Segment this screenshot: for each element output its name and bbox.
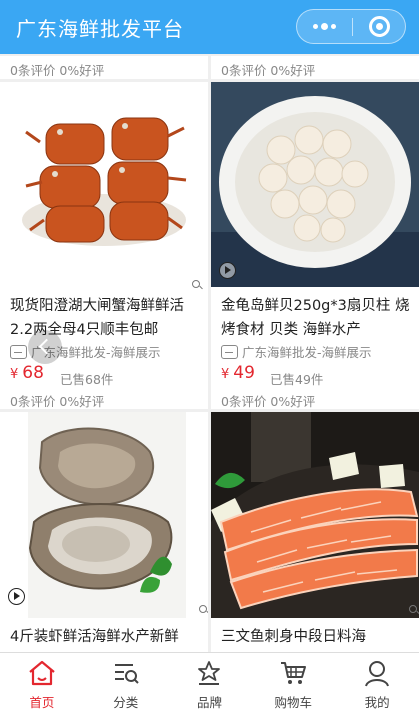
product-card[interactable]: 0条评价 0%好评 xyxy=(0,56,208,79)
app-header: 广东海鲜批发平台 xyxy=(0,0,419,54)
product-image-salmon[interactable] xyxy=(211,412,419,618)
bottom-tab-bar: 首页 分类 品牌 购物车 我的 xyxy=(0,652,419,709)
zoom-icon xyxy=(409,605,417,613)
video-play-icon[interactable] xyxy=(8,588,25,605)
product-card[interactable]: 4斤装虾鲜活海鲜水产新鲜 xyxy=(0,412,208,652)
brand-icon xyxy=(198,661,221,685)
app-page: 广东海鲜批发平台 0条评价 0%好评 0条评价 0%好评 现货阳澄湖大闸蟹海鲜鲜… xyxy=(0,0,419,709)
currency-symbol: ¥ xyxy=(10,367,19,382)
cart-icon xyxy=(281,662,307,684)
product-image-scallop[interactable] xyxy=(211,82,419,287)
page-title: 广东海鲜批发平台 xyxy=(16,17,184,41)
product-card[interactable]: 0条评价 0%好评 xyxy=(211,56,419,79)
tab-label: 分类 xyxy=(113,695,139,709)
product-name-line2: 烤食材 贝类 海鲜水产 xyxy=(221,322,361,338)
review-summary: 0条评价 0%好评 xyxy=(221,394,316,409)
shop-name[interactable]: 广东海鲜批发-海鲜展示 xyxy=(221,342,372,361)
zoom-icon xyxy=(192,280,200,288)
currency-symbol: ¥ xyxy=(221,367,230,382)
zoom-icon xyxy=(199,605,207,613)
sold-count: 已售49件 xyxy=(270,372,324,387)
store-icon xyxy=(221,344,238,359)
product-card[interactable]: 三文鱼刺身中段日料海 xyxy=(211,412,419,652)
product-name: 现货阳澄湖大闸蟹海鲜鲜活 xyxy=(10,298,184,314)
video-play-icon[interactable] xyxy=(219,262,236,279)
product-name: 4斤装虾鲜活海鲜水产新鲜 xyxy=(10,629,179,645)
store-icon xyxy=(10,344,27,359)
more-menu-icon[interactable] xyxy=(297,10,352,43)
capsule-divider xyxy=(352,18,353,36)
price-value: 68 xyxy=(22,363,44,383)
tab-cart[interactable]: 购物车 xyxy=(251,653,335,709)
product-image-crab[interactable] xyxy=(0,82,208,287)
sold-count: 已售68件 xyxy=(60,372,114,387)
tab-label: 品牌 xyxy=(196,695,222,709)
shop-label: 广东海鲜批发-海鲜展示 xyxy=(242,345,372,360)
product-card[interactable]: 现货阳澄湖大闸蟹海鲜鲜活 2.2两全母4只顺丰包邮 广东海鲜批发-海鲜展示 ¥6… xyxy=(0,82,208,409)
price-value: 49 xyxy=(233,363,255,383)
tab-label: 我的 xyxy=(364,695,390,709)
review-summary: 0条评价 0%好评 xyxy=(221,63,316,78)
tab-brand[interactable]: 品牌 xyxy=(168,653,252,709)
mini-program-capsule xyxy=(296,9,406,44)
back-arrow-icon[interactable] xyxy=(28,330,62,364)
close-target-icon[interactable] xyxy=(369,16,390,37)
home-icon xyxy=(29,660,55,686)
product-image-oyster[interactable] xyxy=(0,412,208,618)
product-card[interactable]: 金龟岛鲜贝250g*3扇贝柱 烧 烤食材 贝类 海鲜水产 广东海鲜批发-海鲜展示… xyxy=(211,82,419,409)
tab-profile[interactable]: 我的 xyxy=(335,653,419,709)
tab-label: 首页 xyxy=(29,695,55,709)
tab-label: 购物车 xyxy=(274,695,313,709)
price: ¥68 xyxy=(10,363,44,383)
review-summary: 0条评价 0%好评 xyxy=(10,63,105,78)
category-icon xyxy=(114,664,139,684)
product-name: 三文鱼刺身中段日料海 xyxy=(221,629,366,645)
tab-home[interactable]: 首页 xyxy=(0,653,84,709)
profile-icon xyxy=(365,661,390,687)
price: ¥49 xyxy=(221,363,255,383)
review-summary: 0条评价 0%好评 xyxy=(10,394,105,409)
product-name: 金龟岛鲜贝250g*3扇贝柱 烧 xyxy=(221,298,410,314)
tab-category[interactable]: 分类 xyxy=(84,653,168,709)
